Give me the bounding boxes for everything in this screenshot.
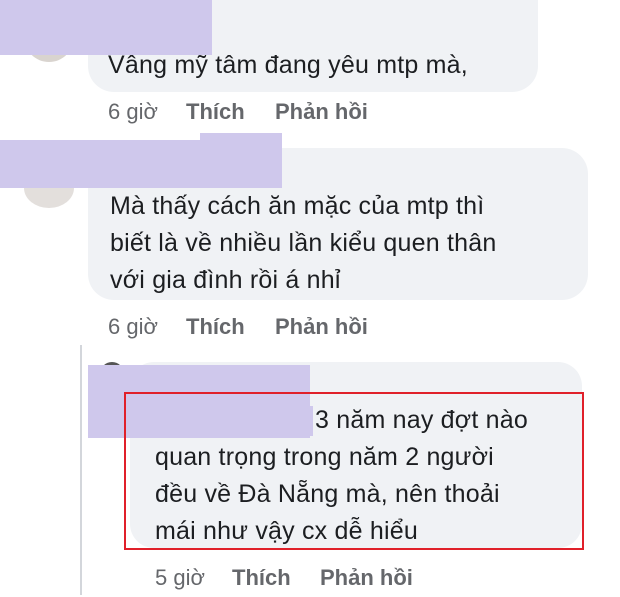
comment-text: Vâng mỹ tâm đang yêu mtp mà, bbox=[108, 51, 468, 79]
comment-time[interactable]: 6 giờ bbox=[108, 99, 158, 125]
like-button[interactable]: Thích bbox=[232, 565, 291, 591]
reply-button[interactable]: Phản hồi bbox=[275, 99, 368, 125]
thread-connector bbox=[80, 345, 82, 595]
comment-time[interactable]: 5 giờ bbox=[155, 565, 205, 591]
redacted-username bbox=[0, 0, 212, 55]
comment-time[interactable]: 6 giờ bbox=[108, 314, 158, 340]
reply-button[interactable]: Phản hồi bbox=[320, 565, 413, 591]
like-button[interactable]: Thích bbox=[186, 314, 245, 340]
reply-button[interactable]: Phản hồi bbox=[275, 314, 368, 340]
highlight-box bbox=[124, 392, 584, 550]
comment-text: Mà thấy cách ăn mặc của mtp thì biết là … bbox=[110, 192, 497, 294]
redacted-username bbox=[200, 133, 282, 188]
redacted-username bbox=[0, 140, 210, 188]
like-button[interactable]: Thích bbox=[186, 99, 245, 125]
